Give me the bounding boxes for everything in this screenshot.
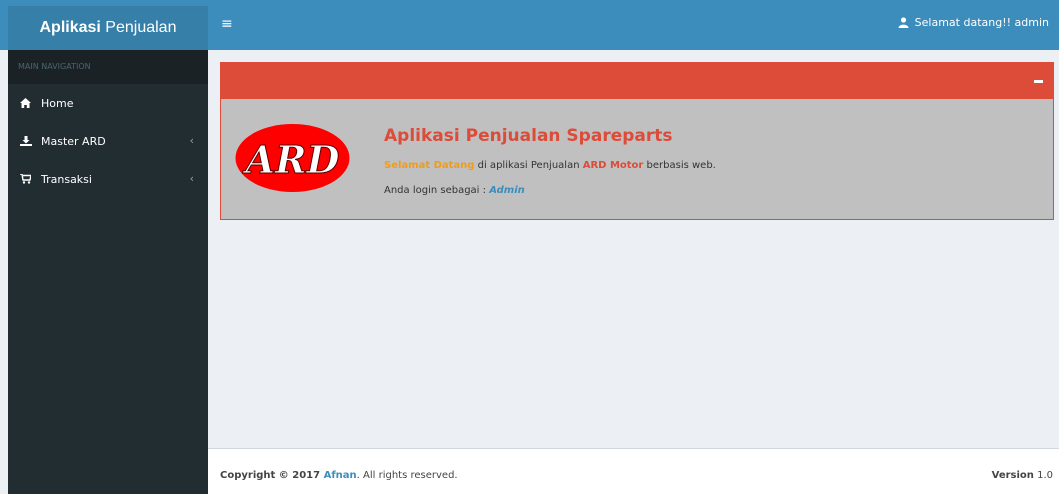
main-footer: Copyright © 2017 Afnan. All rights reser… bbox=[208, 448, 1059, 494]
user-menu[interactable]: Selamat datang!! admin bbox=[898, 16, 1049, 29]
sidebar-item-label: Master ARD bbox=[41, 134, 106, 148]
sidebar-toggle-icon[interactable]: ≡ bbox=[221, 17, 233, 31]
sidebar-item-transaksi[interactable]: Transaksi ‹ bbox=[8, 160, 208, 198]
user-greeting: Selamat datang!! admin bbox=[914, 16, 1049, 29]
login-role: Admin bbox=[489, 185, 525, 196]
sidebar: MAIN NAVIGATION Home Master ARD ‹ Transa… bbox=[8, 50, 208, 494]
content-wrapper: ARD Aplikasi Penjualan Spareparts Selama… bbox=[208, 50, 1059, 448]
home-icon bbox=[20, 98, 34, 108]
chevron-left-icon: ‹ bbox=[189, 134, 194, 147]
welcome-text: Selamat Datang di aplikasi Penjualan ARD… bbox=[384, 160, 716, 171]
version-text: Version 1.0 bbox=[992, 470, 1053, 481]
login-label: Anda login sebagai : bbox=[384, 185, 490, 196]
login-info: Anda login sebagai : Admin bbox=[384, 185, 525, 196]
chevron-left-icon: ‹ bbox=[189, 172, 194, 185]
version-number: 1.0 bbox=[1033, 470, 1053, 481]
welcome-highlight: Selamat Datang bbox=[384, 160, 475, 171]
author-link[interactable]: Afnan bbox=[324, 470, 357, 481]
ard-logo: ARD bbox=[235, 124, 350, 192]
logo-text: ARD bbox=[242, 137, 339, 182]
sidebar-item-label: Home bbox=[41, 96, 74, 110]
logo-rest: Penjualan bbox=[100, 19, 177, 36]
brand-highlight: ARD Motor bbox=[582, 160, 644, 171]
sidebar-item-home[interactable]: Home bbox=[8, 84, 208, 122]
logo-bold: Aplikasi bbox=[39, 19, 101, 36]
page-title: Aplikasi Penjualan Spareparts bbox=[384, 126, 673, 146]
version-label: Version bbox=[991, 470, 1034, 481]
cart-icon bbox=[20, 174, 34, 184]
sidebar-item-label: Transaksi bbox=[41, 172, 92, 186]
box-header bbox=[221, 63, 1053, 99]
copyright-text: Copyright © 2017 Afnan. All rights reser… bbox=[220, 470, 458, 481]
welcome-text-part: di aplikasi Penjualan bbox=[474, 160, 583, 171]
nav-header: MAIN NAVIGATION bbox=[8, 50, 208, 84]
sidebar-item-master-ard[interactable]: Master ARD ‹ bbox=[8, 122, 208, 160]
main-header: Aplikasi Penjualan ≡ Selamat datang!! ad… bbox=[0, 0, 1059, 50]
minus-icon[interactable] bbox=[1034, 80, 1043, 83]
download-icon bbox=[20, 136, 34, 146]
rights-text: . All rights reserved. bbox=[356, 470, 458, 481]
welcome-text-end: berbasis web. bbox=[643, 160, 716, 171]
copyright-label: Copyright © 2017 bbox=[220, 470, 324, 481]
user-icon bbox=[898, 17, 909, 28]
welcome-box: ARD Aplikasi Penjualan Spareparts Selama… bbox=[220, 62, 1054, 220]
app-logo[interactable]: Aplikasi Penjualan bbox=[8, 6, 208, 50]
